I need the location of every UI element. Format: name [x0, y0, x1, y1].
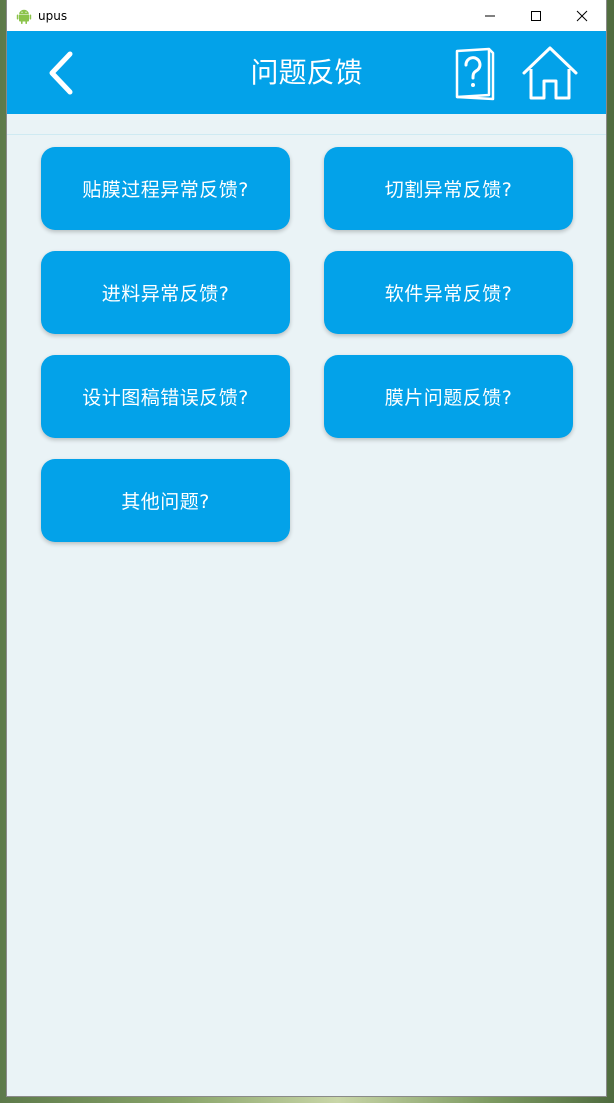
page-title: 问题反馈: [250, 56, 363, 89]
feedback-button-software[interactable]: 软件异常反馈?: [324, 251, 573, 334]
question-book-icon[interactable]: [449, 45, 501, 101]
close-icon: [576, 10, 588, 21]
home-icon[interactable]: [519, 43, 581, 103]
app-window: upus 问题反馈 贴膜过程异常反馈? 切割异常反馈? 进料异常反馈? 软件异常…: [7, 0, 606, 1096]
back-button[interactable]: [37, 49, 85, 97]
feedback-button-design-error[interactable]: 设计图稿错误反馈?: [41, 355, 290, 438]
feedback-button-film-sheet[interactable]: 膜片问题反馈?: [324, 355, 573, 438]
app-header: 问题反馈: [7, 31, 606, 114]
feedback-button-feeding[interactable]: 进料异常反馈?: [41, 251, 290, 334]
feedback-button-film-process[interactable]: 贴膜过程异常反馈?: [41, 147, 290, 230]
android-icon: [16, 9, 32, 24]
maximize-button[interactable]: [513, 0, 559, 31]
window-title: upus: [38, 9, 68, 23]
maximize-icon: [531, 10, 541, 21]
close-button[interactable]: [559, 0, 605, 31]
window-titlebar[interactable]: upus: [7, 0, 606, 31]
chevron-left-icon: [49, 51, 73, 95]
minimize-icon: [485, 15, 495, 16]
feedback-button-cutting[interactable]: 切割异常反馈?: [324, 147, 573, 230]
feedback-button-other[interactable]: 其他问题?: [41, 459, 290, 542]
minimize-button[interactable]: [467, 0, 513, 31]
divider: [7, 134, 606, 135]
